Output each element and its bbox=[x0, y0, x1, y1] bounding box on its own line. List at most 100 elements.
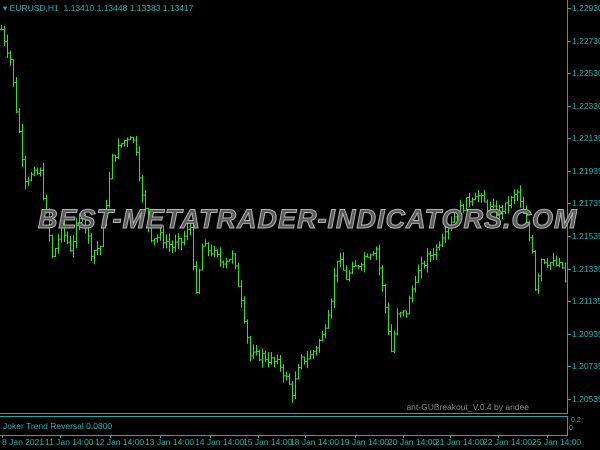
ohlc-bar bbox=[273, 356, 276, 368]
ohlc-bar bbox=[534, 250, 537, 292]
price-tick bbox=[568, 137, 571, 139]
ohlc-bar bbox=[204, 239, 207, 247]
ohlc-bar bbox=[12, 59, 15, 87]
indicator-subwindow[interactable]: Joker Trend Reversal 0.0800 bbox=[0, 416, 568, 436]
ohlc-bar bbox=[360, 262, 363, 271]
ohlc-bar bbox=[69, 236, 72, 252]
ohlc-bar bbox=[543, 258, 546, 265]
ohlc-bar bbox=[258, 349, 261, 362]
ohlc-bar bbox=[309, 350, 312, 360]
ohlc-bar bbox=[270, 352, 273, 365]
ohlc-bar bbox=[210, 244, 213, 257]
ohlc-bar bbox=[387, 302, 390, 335]
ohlc-bar bbox=[537, 273, 540, 294]
ohlc-bar bbox=[420, 256, 423, 279]
ohlc-bar bbox=[240, 280, 243, 308]
ohlc-bar bbox=[381, 265, 384, 292]
ohlc-bar bbox=[483, 189, 486, 203]
ohlc-bar bbox=[393, 330, 396, 354]
ohlc-bar bbox=[180, 237, 183, 251]
ohlc-bar bbox=[276, 354, 279, 365]
ohlc-bar bbox=[30, 171, 33, 182]
price-label: 1.22930 bbox=[572, 3, 600, 14]
ohlc-bar bbox=[357, 264, 360, 270]
ohlc-bar bbox=[228, 258, 231, 262]
ohlc-bar bbox=[285, 371, 288, 381]
price-tick bbox=[568, 268, 571, 270]
indicator-label: Joker Trend Reversal 0.0800 bbox=[3, 421, 113, 431]
ohlc-bar bbox=[327, 309, 330, 329]
price-tick bbox=[568, 366, 571, 368]
ohlc-bar bbox=[279, 354, 282, 372]
price-label: 1.22135 bbox=[572, 132, 600, 143]
ohlc-bar bbox=[438, 241, 441, 251]
watermark: BEST-METATRADER-INDICATORS.COM bbox=[37, 204, 578, 235]
ohlc-bar bbox=[429, 250, 432, 262]
symbol-label: EURUSD,H1 bbox=[9, 3, 59, 13]
ohlc-bar bbox=[318, 338, 321, 353]
ohlc-bar bbox=[198, 268, 201, 294]
ohlc-bar bbox=[111, 153, 114, 180]
ohlc-bar bbox=[516, 189, 519, 201]
ohlc-bar bbox=[558, 258, 561, 268]
ohlc-bar bbox=[303, 356, 306, 365]
price-tick bbox=[568, 8, 571, 10]
ohlc-bar bbox=[369, 253, 372, 260]
ohlc-bar bbox=[156, 234, 159, 244]
ohlc-bar bbox=[297, 363, 300, 380]
sub-scale-bottom: 0 bbox=[569, 425, 573, 432]
price-label: 1.22730 bbox=[572, 35, 600, 46]
time-label: 15 Jan 14:00 bbox=[243, 437, 293, 447]
title-arrow-icon[interactable]: ▾ bbox=[3, 3, 7, 13]
ohlc-bar bbox=[540, 258, 543, 282]
ohlc-bar bbox=[153, 238, 156, 246]
ohlc-bar bbox=[345, 265, 348, 280]
ohlc-bar bbox=[165, 234, 168, 249]
ohlc-bar bbox=[552, 252, 555, 267]
ohlc-bar bbox=[330, 298, 333, 319]
price-chart[interactable]: ▾ EURUSD,H1 1.13410 1.13448 1.13383 1.13… bbox=[0, 0, 577, 414]
ohlc-bar bbox=[168, 233, 171, 252]
ohlc-bar bbox=[399, 311, 402, 318]
ohlc-bar bbox=[564, 262, 567, 283]
ohlc-bar bbox=[123, 139, 126, 147]
ohlc-bar bbox=[36, 167, 39, 175]
ohlc-bar bbox=[417, 264, 420, 283]
ohlc-bar bbox=[261, 348, 264, 368]
price-tick bbox=[568, 40, 571, 42]
ohlc-bar bbox=[402, 310, 405, 317]
ohlc-bar bbox=[378, 244, 381, 276]
ohlc-bar bbox=[252, 344, 255, 360]
time-label: 13 Jan 14:00 bbox=[145, 437, 195, 447]
ohlc-bar bbox=[21, 123, 24, 168]
ohlc-bar bbox=[291, 381, 294, 403]
ohlc-bar bbox=[231, 250, 234, 264]
sub-scale-top: 0.2 bbox=[571, 417, 581, 424]
ohlc-bar bbox=[405, 310, 408, 318]
ohlc-bar bbox=[171, 240, 174, 254]
ohlc-bar bbox=[435, 244, 438, 260]
ohlc-bar bbox=[363, 252, 366, 273]
ohlc-bar bbox=[129, 136, 132, 141]
ohlc-bar bbox=[288, 373, 291, 385]
ohlc-bar bbox=[561, 261, 564, 269]
price-tick bbox=[568, 301, 571, 303]
ohlc-bar bbox=[237, 262, 240, 287]
ohlc-bar bbox=[549, 262, 552, 271]
ohlc-bar bbox=[18, 107, 21, 134]
time-label: 22 Jan 14:00 bbox=[483, 437, 533, 447]
ohlc-bar bbox=[195, 261, 198, 294]
time-label: 20 Jan 14:00 bbox=[388, 437, 438, 447]
time-label: 19 Jan 14:00 bbox=[340, 437, 390, 447]
price-tick bbox=[568, 106, 571, 108]
ohlc-bar bbox=[531, 234, 534, 254]
ohlc-bar bbox=[207, 242, 210, 257]
time-label: 21 Jan 14:00 bbox=[435, 437, 485, 447]
ohlc-bar bbox=[321, 330, 324, 342]
ohlc-bar bbox=[219, 247, 222, 267]
time-label: 11 Jan 14:00 bbox=[45, 437, 94, 447]
ohlc-bar bbox=[33, 166, 36, 177]
ohlc-bar bbox=[9, 50, 12, 67]
ohlc-bar bbox=[0, 24, 3, 31]
ohlc-bar bbox=[342, 252, 345, 271]
